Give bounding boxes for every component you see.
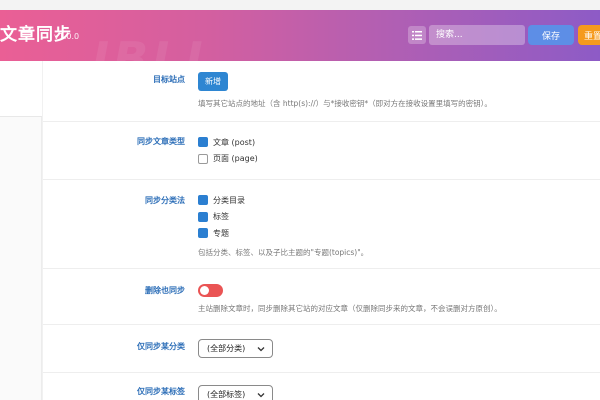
setting-row-taxonomies: 同步分类法 分类目录 标签 专题 包括分类、标签、以及子比主题的"专题(topi… xyxy=(43,180,600,269)
app-window: IBLL 文章同步 v1.0.0 保存 重置 目标站点 新增 填写其它站点的地址… xyxy=(0,0,600,400)
save-button[interactable]: 保存 xyxy=(528,25,574,45)
checkbox-item[interactable]: 分类目录 xyxy=(198,192,368,209)
toggle-knob xyxy=(200,286,209,295)
checkbox-label: 标签 xyxy=(213,212,229,222)
sidebar-item-active[interactable] xyxy=(0,61,42,117)
checkbox-item[interactable]: 页面 (page) xyxy=(198,151,258,168)
setting-row-post-types: 同步文章类型 文章 (post) 页面 (page) xyxy=(43,122,600,180)
checkbox-checked[interactable] xyxy=(198,195,208,206)
setting-label: 同步分类法 xyxy=(145,196,185,205)
version-badge: v1.0.0 xyxy=(54,32,80,41)
settings-panel: 目标站点 新增 填写其它站点的地址（含 http(s)://）与*接收密钥*（即… xyxy=(43,61,600,400)
header-bar: IBLL 文章同步 v1.0.0 保存 重置 xyxy=(0,10,600,86)
checkbox-label: 专题 xyxy=(213,228,229,238)
setting-row-target-sites: 目标站点 新增 填写其它站点的地址（含 http(s)://）与*接收密钥*（即… xyxy=(43,61,600,122)
checkbox-item[interactable]: 文章 (post) xyxy=(198,134,258,151)
checkbox-label: 页面 (page) xyxy=(213,154,258,164)
checkbox-checked[interactable] xyxy=(198,137,208,148)
chevron-down-icon xyxy=(257,393,265,398)
setting-label: 仅同步某标签 xyxy=(137,387,185,396)
menu-icon[interactable] xyxy=(408,26,426,44)
setting-row-only-category: 仅同步某分类 (全部分类) xyxy=(43,325,600,373)
checkbox-checked[interactable] xyxy=(198,228,208,239)
sidebar xyxy=(0,61,42,400)
setting-row-delete-sync: 删除也同步 主站删除文章时，同步删除其它站的对应文章（仅删除同步来的文章，不会误… xyxy=(43,269,600,325)
reset-button[interactable]: 重置 xyxy=(578,25,600,45)
select-value: (全部标签) xyxy=(207,390,246,399)
search-input[interactable] xyxy=(429,25,525,45)
checkbox-item[interactable]: 专题 xyxy=(198,225,368,242)
checkbox-item[interactable]: 标签 xyxy=(198,209,368,226)
setting-description: 包括分类、标签、以及子比主题的"专题(topics)"。 xyxy=(198,247,369,257)
checkbox-unchecked[interactable] xyxy=(198,153,208,164)
setting-label: 删除也同步 xyxy=(145,286,185,295)
setting-description: 主站删除文章时，同步删除其它站的对应文章（仅删除同步来的文章，不会误删对方原创）… xyxy=(198,304,502,313)
checkbox-checked[interactable] xyxy=(198,211,208,222)
setting-row-only-tag: 仅同步某标签 (全部标签) xyxy=(43,373,600,400)
delete-sync-toggle[interactable] xyxy=(198,284,223,297)
checkbox-label: 分类目录 xyxy=(213,195,245,205)
select-value: (全部分类) xyxy=(207,344,246,353)
checkbox-label: 文章 (post) xyxy=(213,137,256,147)
window-top-strip xyxy=(0,0,600,10)
tag-select[interactable]: (全部标签) xyxy=(198,385,273,400)
chevron-down-icon xyxy=(257,347,265,352)
setting-label: 同步文章类型 xyxy=(137,137,185,146)
add-site-button[interactable]: 新增 xyxy=(198,72,228,91)
setting-label: 目标站点 xyxy=(153,75,185,84)
setting-label: 仅同步某分类 xyxy=(137,342,185,351)
category-select[interactable]: (全部分类) xyxy=(198,339,273,358)
setting-description: 填写其它站点的地址（含 http(s)://）与*接收密钥*（即对方在接收设置里… xyxy=(198,99,492,108)
